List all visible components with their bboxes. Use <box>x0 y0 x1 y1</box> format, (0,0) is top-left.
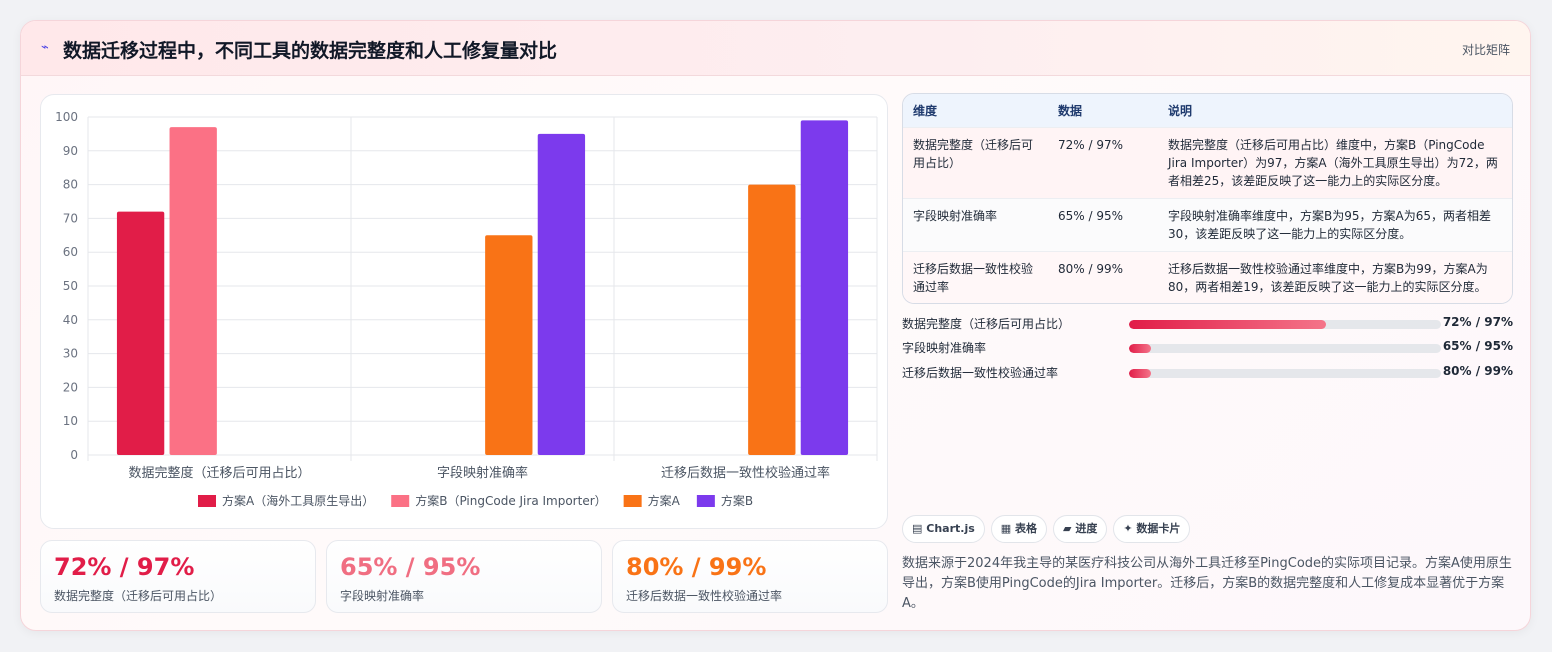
cell-description: 迁移后数据一致性校验通过率维度中，方案B为99，方案A为80，两者相差19，该差… <box>1158 250 1512 303</box>
progress-row-completeness: 数据完整度（迁移后可用占比） 72% / 97% <box>902 315 1513 333</box>
lightning-icon: ⌁ <box>41 40 49 55</box>
legend-swatch <box>696 495 715 507</box>
kpi-label: 字段映射准确率 <box>340 589 425 603</box>
cell-dimension: 数据完整度（迁移后可用占比） <box>903 126 1048 198</box>
comparison-card: ⌁ 数据迁移过程中，不同工具的数据完整度和人工修复量对比 对比矩阵 0 10 20 3… <box>20 20 1531 631</box>
legend-label: 方案B（PingCode Jira Importer） <box>415 493 606 508</box>
bar <box>800 120 849 455</box>
chip-label: 数据卡片 <box>1136 522 1181 535</box>
y-tick-label: 90 <box>63 144 78 158</box>
cell-data: 65% / 95% <box>1048 197 1158 251</box>
cell-dimension: 迁移后数据一致性校验通过率 <box>903 250 1048 303</box>
chip-label: 进度 <box>1075 522 1098 535</box>
table-header-row: 维度 数据 说明 <box>903 94 1512 127</box>
kpi-card-mapping: 65% / 95% 字段映射准确率 <box>326 540 602 613</box>
progress-fill <box>1129 369 1151 378</box>
legend-swatch <box>198 495 216 507</box>
progress-fill <box>1129 344 1151 353</box>
progress-fill <box>1129 320 1326 329</box>
chip-data-card[interactable]: ✦ 数据卡片 <box>1113 515 1191 543</box>
cell-description: 数据完整度（迁移后可用占比）维度中，方案B（PingCode Jira Impo… <box>1158 126 1512 198</box>
progress-icon: ▰ <box>1063 522 1072 535</box>
kpi-value: 80% / 99% <box>626 553 767 581</box>
y-tick-label: 50 <box>63 279 78 293</box>
table-row: 字段映射准确率 65% / 95% 字段映射准确率维度中，方案B为95，方案A为… <box>903 197 1512 251</box>
progress-label: 迁移后数据一致性校验通过率 <box>902 366 1059 380</box>
cell-data: 72% / 97% <box>1048 126 1158 198</box>
bar-chart-panel: 0 10 20 30 40 50 60 70 80 90 100 数据完整度（迁移后可用占比） 字段映射… <box>40 94 888 529</box>
kpi-card-consistency: 80% / 99% 迁移后数据一致性校验通过率 <box>612 540 888 613</box>
card-header: ⌁ 数据迁移过程中，不同工具的数据完整度和人工修复量对比 对比矩阵 <box>21 21 1530 76</box>
kpi-label: 数据完整度（迁移后可用占比） <box>54 589 223 603</box>
kpi-label: 迁移后数据一致性校验通过率 <box>626 589 783 603</box>
y-tick-label: 70 <box>63 211 78 225</box>
progress-track <box>1129 320 1441 329</box>
x-tick-label: 迁移后数据一致性校验通过率 <box>661 465 830 481</box>
chip-label: 表格 <box>1015 522 1038 535</box>
view-chips: ▤ Chart.js ▦ 表格 ▰ 进度 ✦ 数据卡片 <box>902 515 1196 543</box>
page-title: 数据迁移过程中，不同工具的数据完整度和人工修复量对比 <box>63 40 558 62</box>
progress-track <box>1129 369 1441 378</box>
progress-value: 80% / 99% <box>1442 364 1513 378</box>
column-header-description: 说明 <box>1168 103 1193 118</box>
y-tick-label: 20 <box>63 380 78 394</box>
table-icon: ▦ <box>1000 522 1012 535</box>
bar <box>537 133 586 455</box>
chip-label: Chart.js <box>926 522 975 535</box>
progress-value: 72% / 97% <box>1442 315 1513 329</box>
progress-label: 数据完整度（迁移后可用占比） <box>902 317 1071 331</box>
cell-dimension: 字段映射准确率 <box>903 197 1048 251</box>
kpi-value: 65% / 95% <box>340 553 481 581</box>
legend-label: 方案B <box>721 493 753 508</box>
bar <box>169 127 217 455</box>
progress-label: 字段映射准确率 <box>902 341 987 355</box>
bar <box>116 211 165 455</box>
table-row: 数据完整度（迁移后可用占比） 72% / 97% 数据完整度（迁移后可用占比）维… <box>903 126 1512 198</box>
legend-label: 方案A（海外工具原生导出） <box>222 493 374 508</box>
bar <box>485 235 533 455</box>
table-row: 迁移后数据一致性校验通过率 80% / 99% 迁移后数据一致性校验通过率维度中… <box>903 250 1512 303</box>
legend-swatch <box>391 495 410 507</box>
comparison-matrix-tag: 对比矩阵 <box>1461 43 1510 57</box>
kpi-card-completeness: 72% / 97% 数据完整度（迁移后可用占比） <box>40 540 316 613</box>
x-tick-label: 字段映射准确率 <box>437 465 528 481</box>
y-tick-label: 100 <box>55 110 78 124</box>
bar-chart: 0 10 20 30 40 50 60 70 80 90 100 数据完整度（迁移后可用占比） 字段映射… <box>55 110 878 508</box>
bar <box>748 184 796 455</box>
cell-description: 字段映射准确率维度中，方案B为95，方案A为65，两者相差30，该差距反映了这一… <box>1158 197 1512 251</box>
chip-table[interactable]: ▦ 表格 <box>990 515 1048 543</box>
legend-swatch <box>623 495 642 507</box>
y-tick-label: 60 <box>63 245 78 259</box>
chart-icon: ▤ <box>912 522 923 535</box>
y-tick-label: 80 <box>63 178 78 192</box>
cell-data: 80% / 99% <box>1048 250 1158 303</box>
data-source-note: 数据来源于2024年我主导的某医疗科技公司从海外工具迁移至PingCode的实际… <box>902 556 1512 611</box>
progress-track <box>1129 344 1441 353</box>
legend-label: 方案A <box>648 493 681 508</box>
chip-chartjs[interactable]: ▤ Chart.js <box>902 515 985 543</box>
column-header-data: 数据 <box>1058 103 1083 118</box>
column-header-dimension: 维度 <box>913 103 938 118</box>
chip-progress[interactable]: ▰ 进度 <box>1053 515 1108 543</box>
comparison-table-panel: 维度 数据 说明 数据完整度（迁移后可用占比） 72% / 97% 数据完整度（… <box>902 93 1513 304</box>
y-tick-label: 0 <box>70 448 78 462</box>
progress-value: 65% / 95% <box>1442 339 1513 353</box>
y-tick-label: 30 <box>63 347 78 361</box>
comparison-table: 维度 数据 说明 数据完整度（迁移后可用占比） 72% / 97% 数据完整度（… <box>903 94 1512 303</box>
sparkle-icon: ✦ <box>1123 522 1133 535</box>
y-tick-label: 10 <box>63 414 78 428</box>
progress-row-consistency: 迁移后数据一致性校验通过率 80% / 99% <box>902 364 1513 382</box>
kpi-value: 72% / 97% <box>54 553 195 581</box>
progress-row-mapping: 字段映射准确率 65% / 95% <box>902 339 1513 357</box>
x-tick-label: 数据完整度（迁移后可用占比） <box>128 465 310 481</box>
y-tick-label: 40 <box>63 313 78 327</box>
